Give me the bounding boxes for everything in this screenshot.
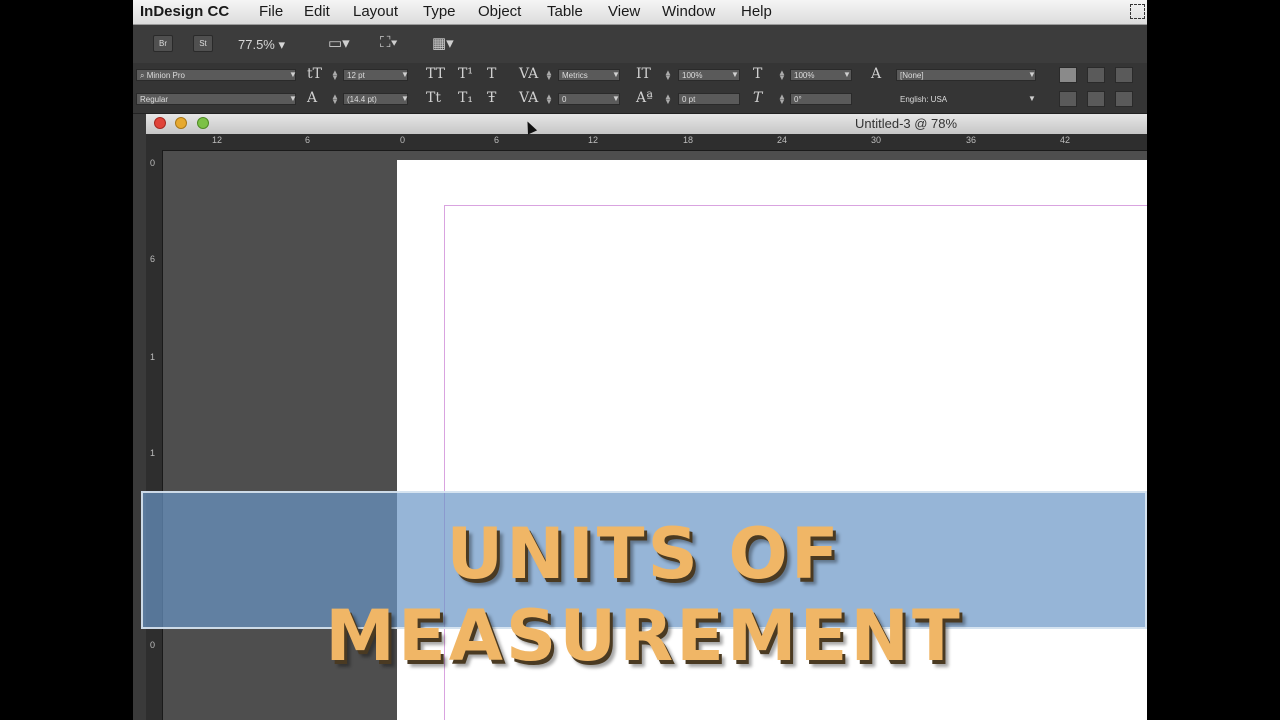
skew-stepper-icon[interactable]: ▲ ▼ (778, 93, 786, 106)
ruler-label: 42 (1060, 135, 1071, 145)
search-icon: ⌕ (140, 71, 147, 80)
menu-layout[interactable]: Layout (353, 3, 398, 20)
font-size-icon: tT (307, 66, 322, 82)
chevron-down-icon: ▾ (278, 37, 286, 52)
leading-icon: A (307, 90, 318, 106)
menu-file[interactable]: File (259, 3, 283, 20)
ruler-label: 0 (150, 158, 156, 168)
character-style-field[interactable]: [None] (896, 69, 1036, 81)
chevron-down-icon[interactable]: ▼ (843, 70, 851, 79)
ruler-label: 6 (305, 135, 311, 145)
ruler-label: 6 (494, 135, 500, 145)
vertical-scale-icon: IT (636, 66, 651, 82)
kerning-icon: VA (519, 66, 539, 82)
ruler-label: 6 (150, 254, 156, 264)
ruler-label: 1 (150, 448, 156, 458)
title-banner: UNITS OF MEASUREMENT (141, 491, 1147, 677)
menu-help[interactable]: Help (741, 3, 772, 20)
ruler-label: 24 (777, 135, 788, 145)
menu-view[interactable]: View (608, 3, 640, 20)
skew-field[interactable]: 0° (790, 93, 852, 105)
kerning-stepper-icon[interactable]: ▲ ▼ (545, 69, 553, 82)
horizontal-scale-icon: T (753, 66, 763, 82)
justify-all-button[interactable] (1115, 91, 1133, 107)
chevron-down-icon[interactable]: ▼ (612, 94, 620, 103)
ruler-label: 36 (966, 135, 977, 145)
all-caps-icon[interactable]: TT (426, 66, 445, 82)
character-style-icon: A (871, 66, 882, 82)
underline-icon[interactable]: T (487, 66, 496, 82)
font-size-field[interactable]: 12 pt (343, 69, 408, 81)
ruler-label: 12 (212, 135, 223, 145)
justify-left-button[interactable] (1059, 91, 1077, 107)
menu-window[interactable]: Window (662, 3, 715, 20)
kerning-field[interactable]: Metrics (558, 69, 620, 81)
zoom-value: 77.5% (238, 37, 275, 52)
chevron-down-icon[interactable]: ▼ (401, 94, 409, 103)
document-title: Untitled-3 @ 78% (855, 116, 958, 131)
minimize-window-icon[interactable] (175, 117, 187, 129)
app-menu[interactable]: InDesign CC (140, 3, 229, 20)
vertical-scale-stepper-icon[interactable]: ▲ ▼ (664, 69, 672, 82)
baseline-shift-stepper-icon[interactable]: ▲ ▼ (664, 93, 672, 106)
align-right-button[interactable] (1115, 67, 1133, 83)
skew-icon: T (753, 90, 763, 106)
chevron-down-icon[interactable]: ▼ (1028, 70, 1036, 79)
ruler-label: 0 (400, 135, 406, 145)
leading-field[interactable]: (14.4 pt) (343, 93, 408, 105)
justify-center-button[interactable] (1087, 91, 1105, 107)
view-options-icon[interactable]: ▭▾ (328, 34, 350, 52)
font-style-field[interactable]: Regular (136, 93, 296, 105)
zoom-level-select[interactable]: 77.5% ▾ (238, 37, 285, 53)
horizontal-ruler[interactable]: 12 6 0 6 12 18 24 30 36 42 (146, 134, 1147, 151)
chevron-down-icon[interactable]: ▼ (289, 70, 297, 79)
control-panel: ⌕ Minion Pro ▼ tT ▲ ▼ 12 pt ▼ TT T¹ T VA … (133, 63, 1147, 114)
ruler-label: 12 (588, 135, 599, 145)
menu-edit[interactable]: Edit (304, 3, 330, 20)
strikethrough-icon[interactable]: Ŧ (487, 90, 496, 106)
font-family-field[interactable]: ⌕ Minion Pro (136, 69, 296, 81)
screen-mode-icon[interactable] (1130, 4, 1145, 19)
chevron-down-icon[interactable]: ▼ (401, 70, 409, 79)
superscript-icon[interactable]: T¹ (458, 66, 473, 82)
menu-type[interactable]: Type (423, 3, 456, 20)
subscript-icon[interactable]: T₁ (458, 90, 473, 106)
font-size-stepper-icon[interactable]: ▲ ▼ (331, 69, 339, 82)
ruler-label: 30 (871, 135, 882, 145)
menu-table[interactable]: Table (547, 3, 583, 20)
language-field[interactable]: English: USA (896, 93, 1036, 105)
stock-button[interactable]: St (193, 35, 213, 52)
tracking-icon: VA (519, 90, 539, 106)
ruler-label: 18 (683, 135, 694, 145)
tracking-field[interactable]: 0 (558, 93, 620, 105)
chevron-down-icon[interactable]: ▼ (289, 94, 297, 103)
small-caps-icon[interactable]: Tt (426, 90, 441, 106)
horizontal-scale-stepper-icon[interactable]: ▲ ▼ (778, 69, 786, 82)
baseline-shift-field[interactable]: 0 pt (678, 93, 740, 105)
document-title-bar[interactable]: Untitled-3 @ 78% (146, 114, 1147, 135)
baseline-shift-icon: Aª (636, 90, 653, 106)
banner-title: UNITS OF MEASUREMENT (325, 513, 963, 677)
chevron-down-icon[interactable]: ▼ (1028, 94, 1036, 103)
ruler-label: 1 (150, 352, 156, 362)
screen-mode-button-icon[interactable]: ⛶▾ (380, 34, 398, 51)
application-bar: Br St 77.5% ▾ ▭▾ ⛶▾ ▦▾ (133, 25, 1147, 64)
align-center-button[interactable] (1087, 67, 1105, 83)
menu-bar: InDesign CC File Edit Layout Type Object… (133, 0, 1147, 25)
align-left-button[interactable] (1059, 67, 1077, 83)
bridge-button[interactable]: Br (153, 35, 173, 52)
tracking-stepper-icon[interactable]: ▲ ▼ (545, 93, 553, 106)
font-family-value: Minion Pro (146, 71, 185, 80)
arrange-documents-icon[interactable]: ▦▾ (432, 34, 454, 52)
leading-stepper-icon[interactable]: ▲ ▼ (331, 93, 339, 106)
close-window-icon[interactable] (154, 117, 166, 129)
chevron-down-icon[interactable]: ▼ (731, 70, 739, 79)
chevron-down-icon[interactable]: ▼ (612, 70, 620, 79)
zoom-window-icon[interactable] (197, 117, 209, 129)
menu-object[interactable]: Object (478, 3, 521, 20)
